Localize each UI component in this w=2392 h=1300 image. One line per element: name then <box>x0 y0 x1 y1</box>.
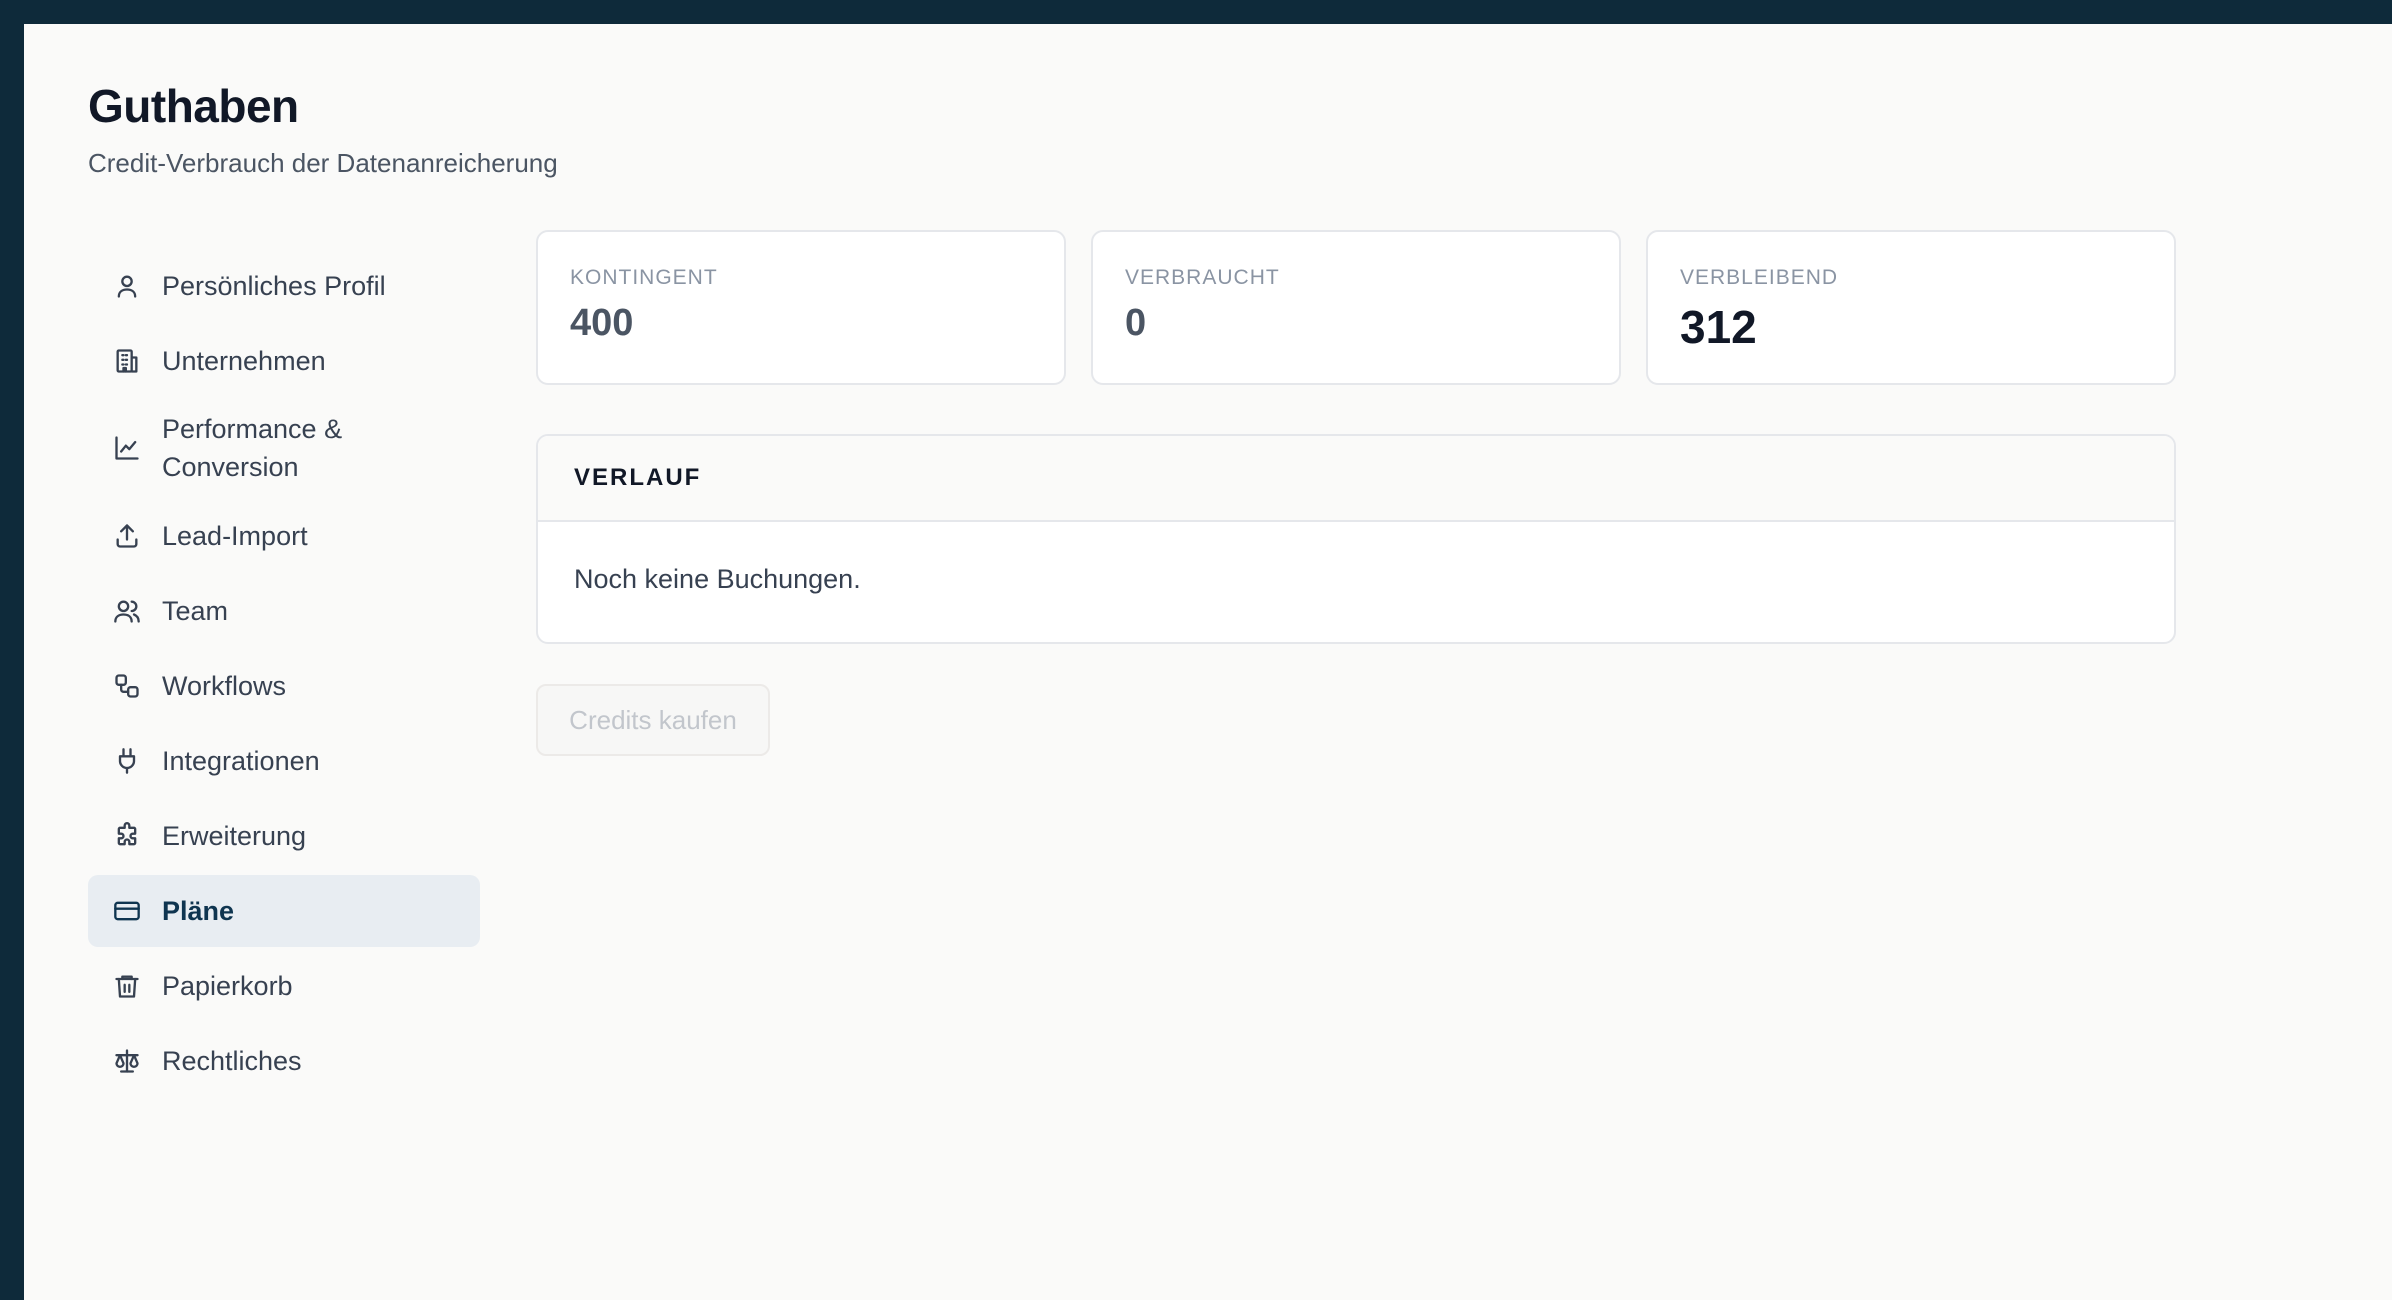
plug-icon <box>112 746 142 776</box>
stat-value: 400 <box>570 302 634 344</box>
sidebar-item-workflows[interactable]: Workflows <box>88 650 480 722</box>
sidebar-item-legal[interactable]: Rechtliches <box>88 1025 480 1097</box>
sidebar-item-label: Pläne <box>162 896 235 926</box>
sidebar-item-extension[interactable]: Erweiterung <box>88 800 480 872</box>
buy-credits-button[interactable]: Credits kaufen <box>536 684 770 756</box>
history-empty-text: Noch keine Buchungen. <box>574 564 861 594</box>
sidebar-item-trash[interactable]: Papierkorb <box>88 950 480 1022</box>
user-icon <box>112 271 142 301</box>
sidebar-item-integrations[interactable]: Integrationen <box>88 725 480 797</box>
window-frame-top <box>0 0 2392 24</box>
history-title: VERLAUF <box>574 464 702 491</box>
trash-icon <box>112 971 142 1001</box>
workflow-icon <box>112 671 142 701</box>
settings-sidebar: Persönliches Profil Unternehmen Performa… <box>88 250 480 1100</box>
credit-card-icon <box>112 896 142 926</box>
settings-page: Guthaben Credit-Verbrauch der Datenanrei… <box>24 24 2392 1300</box>
sidebar-item-company[interactable]: Unternehmen <box>88 325 480 397</box>
sidebar-item-profile[interactable]: Persönliches Profil <box>88 250 480 322</box>
history-header: VERLAUF <box>538 436 2174 522</box>
sidebar-item-label: Integrationen <box>162 746 320 776</box>
stat-card-remaining: VERBLEIBEND 312 <box>1646 230 2176 385</box>
sidebar-item-label: Performance & Conversion <box>162 414 343 482</box>
stat-label: KONTINGENT <box>570 266 718 289</box>
stat-label: VERBLEIBEND <box>1680 266 1839 289</box>
sidebar-item-label: Papierkorb <box>162 971 293 1001</box>
sidebar-item-label: Workflows <box>162 671 287 701</box>
history-panel: VERLAUF Noch keine Buchungen. <box>536 434 2176 644</box>
building-icon <box>112 346 142 376</box>
page-title: Guthaben <box>88 80 299 132</box>
sidebar-item-label: Team <box>162 596 229 626</box>
sidebar-item-label: Lead-Import <box>162 521 308 551</box>
users-icon <box>112 596 142 626</box>
sidebar-item-lead-import[interactable]: Lead-Import <box>88 500 480 572</box>
sidebar-item-label: Persönliches Profil <box>162 271 386 301</box>
sidebar-item-label: Unternehmen <box>162 346 326 376</box>
chart-line-icon <box>112 433 142 463</box>
stat-value: 312 <box>1680 301 1757 353</box>
page-subtitle: Credit-Verbrauch der Datenanreicherung <box>88 148 558 178</box>
stat-label: VERBRAUCHT <box>1125 266 1280 289</box>
stat-card-used: VERBRAUCHT 0 <box>1091 230 1621 385</box>
sidebar-item-label: Rechtliches <box>162 1046 302 1076</box>
sidebar-item-team[interactable]: Team <box>88 575 480 647</box>
stat-value: 0 <box>1125 302 1147 344</box>
scale-icon <box>112 1046 142 1076</box>
upload-icon <box>112 521 142 551</box>
sidebar-item-plans[interactable]: Pläne <box>88 875 480 947</box>
sidebar-item-performance[interactable]: Performance & Conversion <box>88 400 480 496</box>
window-frame-left <box>0 0 24 1300</box>
stat-card-quota: KONTINGENT 400 <box>536 230 1066 385</box>
puzzle-icon <box>112 821 142 851</box>
sidebar-item-label: Erweiterung <box>162 821 307 851</box>
